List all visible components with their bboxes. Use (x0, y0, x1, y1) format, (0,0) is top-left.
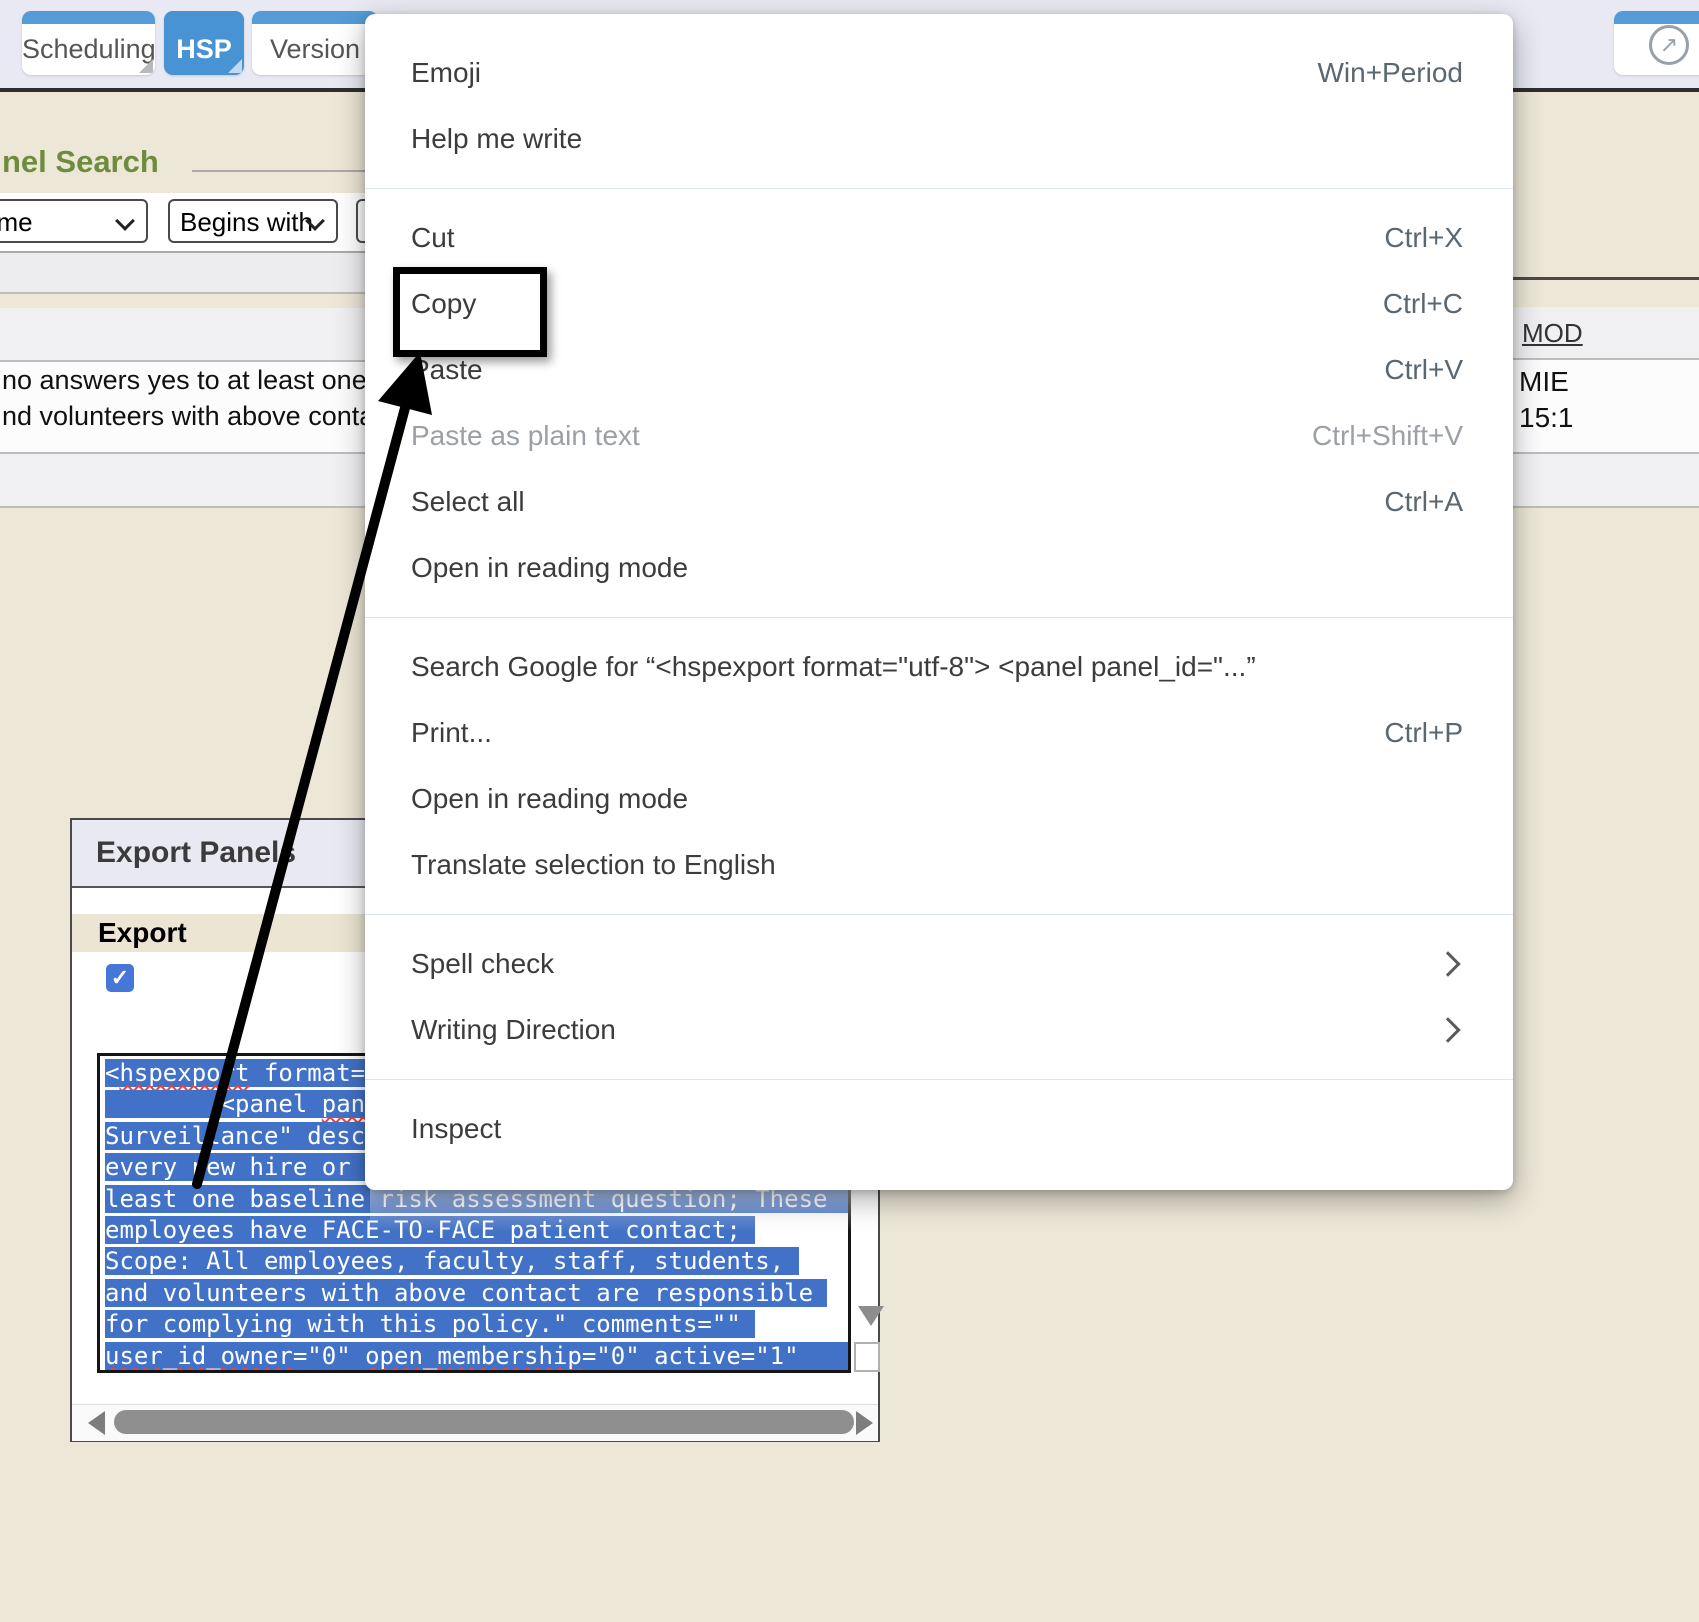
menu-separator (365, 188, 1513, 189)
table-row (0, 454, 368, 506)
horizontal-scrollbar[interactable] (72, 1404, 878, 1441)
menu-separator (365, 617, 1513, 618)
menu-item-help-me-write[interactable]: Help me write (365, 106, 1513, 172)
menu-item-label: Emoji (411, 57, 481, 89)
table-line (1513, 506, 1699, 508)
menu-item-label: Select all (411, 486, 525, 518)
select-value: ame (0, 207, 33, 237)
table-band (0, 253, 368, 292)
open-external-icon[interactable]: ↗ (1649, 25, 1689, 65)
chevron-down-icon (115, 211, 135, 231)
scroll-left-icon[interactable] (88, 1411, 105, 1435)
search-operator-select[interactable]: Begins with (168, 199, 338, 243)
menu-item-shortcut: Ctrl+P (1384, 717, 1463, 749)
menu-item-label: Paste as plain text (411, 420, 640, 452)
copy-highlight-rectangle (393, 267, 547, 357)
cell-modified-time: 15:1 (1519, 400, 1574, 436)
menu-item-label: Search Google for “<hspexport format="ut… (411, 651, 1256, 683)
chevron-right-icon (1435, 1017, 1460, 1042)
menu-item-open-in-reading-mode[interactable]: Open in reading mode (365, 535, 1513, 601)
cell-modified-by: MIE (1519, 364, 1569, 400)
resize-grip[interactable] (854, 1342, 880, 1372)
table-line (1513, 277, 1699, 280)
menu-item-shortcut: Ctrl+X (1384, 222, 1463, 254)
menu-item-label: Translate selection to English (411, 849, 776, 881)
menu-item-emoji[interactable]: Emoji Win+Period (365, 40, 1513, 106)
tab-scheduling[interactable]: Scheduling (22, 11, 155, 75)
tab-accent-strip (164, 11, 244, 24)
menu-item-label: Writing Direction (411, 1014, 616, 1046)
panel-search-title: nel Search (2, 144, 159, 180)
table-line (0, 506, 368, 508)
menu-item-open-in-reading-mode[interactable]: Open in reading mode (365, 766, 1513, 832)
menu-item-search-google-for-hspexport-form[interactable]: Search Google for “<hspexport format="ut… (365, 634, 1513, 700)
textarea-line: and volunteers with above contact are re… (105, 1278, 848, 1309)
menu-item-spell-check[interactable]: Spell check (365, 931, 1513, 997)
chevron-right-icon (1435, 951, 1460, 976)
menu-item-translate-selection-to-english[interactable]: Translate selection to English (365, 832, 1513, 898)
scrollbar-thumb[interactable] (114, 1410, 854, 1434)
dialog-title: Export Panels (72, 836, 296, 869)
menu-item-label: Inspect (411, 1113, 501, 1145)
menu-item-label: Help me write (411, 123, 582, 155)
export-checkbox[interactable]: ✓ (106, 964, 134, 992)
menu-separator (365, 1079, 1513, 1080)
menu-item-print[interactable]: Print... Ctrl+P (365, 700, 1513, 766)
select-value: Begins with (180, 207, 313, 237)
table-line (0, 292, 368, 294)
tab-hsp[interactable]: HSP (164, 11, 244, 75)
tab-fold-icon (228, 59, 242, 73)
menu-item-writing-direction[interactable]: Writing Direction (365, 997, 1513, 1063)
textarea-line: user_id_owner="0" open_membership="0" ac… (105, 1341, 848, 1372)
tab-accent-strip (1614, 11, 1699, 24)
tab-version[interactable]: Version (252, 11, 378, 75)
tab-label: Scheduling (22, 24, 155, 65)
menu-item-select-all[interactable]: Select all Ctrl+A (365, 469, 1513, 535)
tab-label: Version (252, 24, 378, 65)
column-header-mod[interactable]: MOD (1522, 318, 1583, 349)
menu-item-label: Open in reading mode (411, 783, 688, 815)
textarea-line: Scope: All employees, faculty, staff, st… (105, 1246, 848, 1277)
tab-external-link[interactable]: ↗ (1614, 11, 1699, 75)
scroll-down-icon[interactable] (858, 1306, 884, 1326)
menu-item-label: Print... (411, 717, 492, 749)
menu-item-label: Open in reading mode (411, 552, 688, 584)
tab-accent-strip (252, 11, 378, 24)
menu-item-inspect[interactable]: Inspect (365, 1096, 1513, 1162)
menu-item-shortcut: Ctrl+Shift+V (1312, 420, 1463, 452)
fieldset-rule (192, 170, 368, 172)
context-menu: EmojiWin+PeriodHelp me writeCutCtrl+XCop… (365, 14, 1513, 1190)
table-header-row (0, 308, 368, 360)
menu-item-shortcut: Win+Period (1317, 57, 1463, 89)
menu-item-cut[interactable]: Cut Ctrl+X (365, 205, 1513, 271)
textarea-line: for complying with this policy." comment… (105, 1309, 848, 1340)
menu-item-paste-as-plain-text[interactable]: Paste as plain text Ctrl+Shift+V (365, 403, 1513, 469)
export-section-label: Export (72, 917, 187, 948)
table-row (1513, 454, 1699, 506)
search-field-select[interactable]: ame (0, 199, 148, 243)
menu-item-shortcut: Ctrl+A (1384, 486, 1463, 518)
menu-item-label: Spell check (411, 948, 554, 980)
tab-fold-icon (139, 59, 153, 73)
menu-item-shortcut: Ctrl+C (1383, 288, 1463, 320)
textarea-line: employees have FACE-TO-FACE patient cont… (105, 1215, 848, 1246)
menu-item-shortcut: Ctrl+V (1384, 354, 1463, 386)
tab-accent-strip (22, 11, 155, 24)
menu-item-label: Paste (411, 354, 483, 386)
menu-item-label: Cut (411, 222, 455, 254)
menu-separator (365, 914, 1513, 915)
scroll-right-icon[interactable] (856, 1411, 873, 1435)
